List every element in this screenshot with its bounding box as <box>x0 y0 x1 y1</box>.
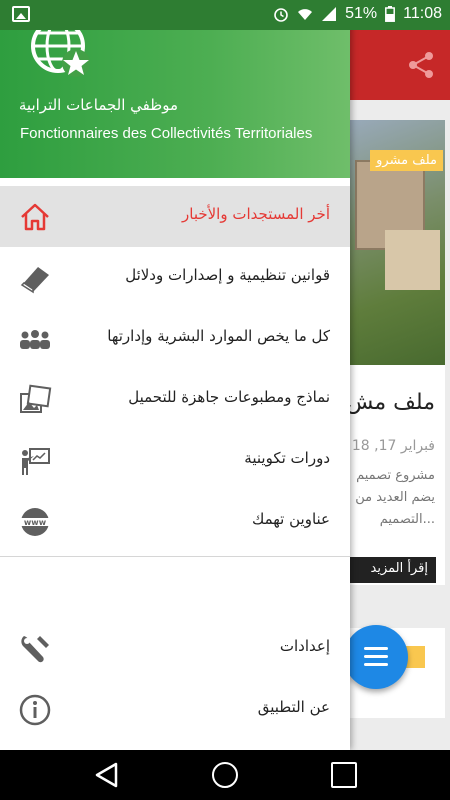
navigation-drawer: موظفي الجماعات الترابية Fonctionnaires d… <box>0 0 350 750</box>
images-icon <box>20 384 52 413</box>
header-title-arabic: موظفي الجماعات الترابية <box>18 96 178 114</box>
www-icon: www <box>18 508 52 536</box>
wifi-icon <box>298 9 313 20</box>
back-icon[interactable] <box>94 762 120 788</box>
menu-divider <box>0 556 350 557</box>
home-icon <box>21 203 49 231</box>
share-icon[interactable] <box>406 50 436 80</box>
presentation-icon <box>22 448 50 475</box>
menu-item-human-resources[interactable]: كل ما يخص الموارد البشرية وإدارتها <box>0 308 350 369</box>
battery-percent: 51% <box>345 5 378 22</box>
menu-item-news[interactable]: أخر المستجدات والأخبار <box>0 186 350 247</box>
menu-item-label: قوانين تنظيمية و إصدارات ودلائل <box>125 266 330 284</box>
menu-item-label: دورات تكوينية <box>244 449 330 467</box>
signal-icon <box>322 7 337 21</box>
menu-item-label: عن التطبيق <box>257 698 330 716</box>
menu-item-label: عناوين تهمك <box>251 510 330 528</box>
home-nav-icon[interactable] <box>212 762 238 788</box>
menu-item-label: أخر المستجدات والأخبار <box>182 205 330 223</box>
news-card[interactable]: ملف مشرو ملف مش فبراير 17, 18 مشروع تصمي… <box>345 120 445 585</box>
card-title: ملف مش <box>346 390 435 415</box>
status-bar: 51% 11:08 <box>0 0 450 30</box>
drawer-secondary-menu: إعدادات عن التطبيق <box>0 618 350 740</box>
card-badge: ملف مشرو <box>370 150 443 171</box>
drawer-menu: أخر المستجدات والأخبار قوانين تنظيمية و … <box>0 186 350 552</box>
menu-item-label: نماذج ومطبوعات جاهزة للتحميل <box>128 388 330 406</box>
image-notification-icon <box>12 6 30 22</box>
menu-item-laws[interactable]: قوانين تنظيمية و إصدارات ودلائل <box>0 247 350 308</box>
system-navigation-bar <box>0 750 450 800</box>
read-more-button[interactable]: إقرأ المزيد <box>350 557 436 583</box>
wrench-icon <box>21 636 49 663</box>
recent-apps-icon[interactable] <box>331 762 357 788</box>
menu-item-label: كل ما يخص الموارد البشرية وإدارتها <box>107 327 330 345</box>
info-icon <box>19 694 51 726</box>
people-icon <box>20 330 50 349</box>
menu-item-addresses[interactable]: www عناوين تهمك <box>0 491 350 552</box>
menu-item-about[interactable]: عن التطبيق <box>0 679 350 740</box>
battery-icon <box>385 6 396 22</box>
menu-item-label: إعدادات <box>279 637 330 655</box>
book-icon <box>20 267 49 294</box>
menu-item-trainings[interactable]: دورات تكوينية <box>0 430 350 491</box>
screen: 51% 11:08 ملف مشرو ملف مش فبراير 17, 18 … <box>0 0 450 800</box>
menu-item-settings[interactable]: إعدادات <box>0 618 350 679</box>
svg-text:www: www <box>24 518 47 527</box>
card-date: فبراير 17, 18 <box>351 438 435 454</box>
card-excerpt: مشروع تصميم يضم العديد من التصميم... <box>355 468 435 527</box>
header-title-french: Fonctionnaires des Collectivités Territo… <box>20 125 313 142</box>
menu-fab-button[interactable] <box>344 625 408 689</box>
clock: 11:08 <box>403 5 442 22</box>
alarm-icon <box>274 8 288 22</box>
menu-item-forms[interactable]: نماذج ومطبوعات جاهزة للتحميل <box>0 369 350 430</box>
